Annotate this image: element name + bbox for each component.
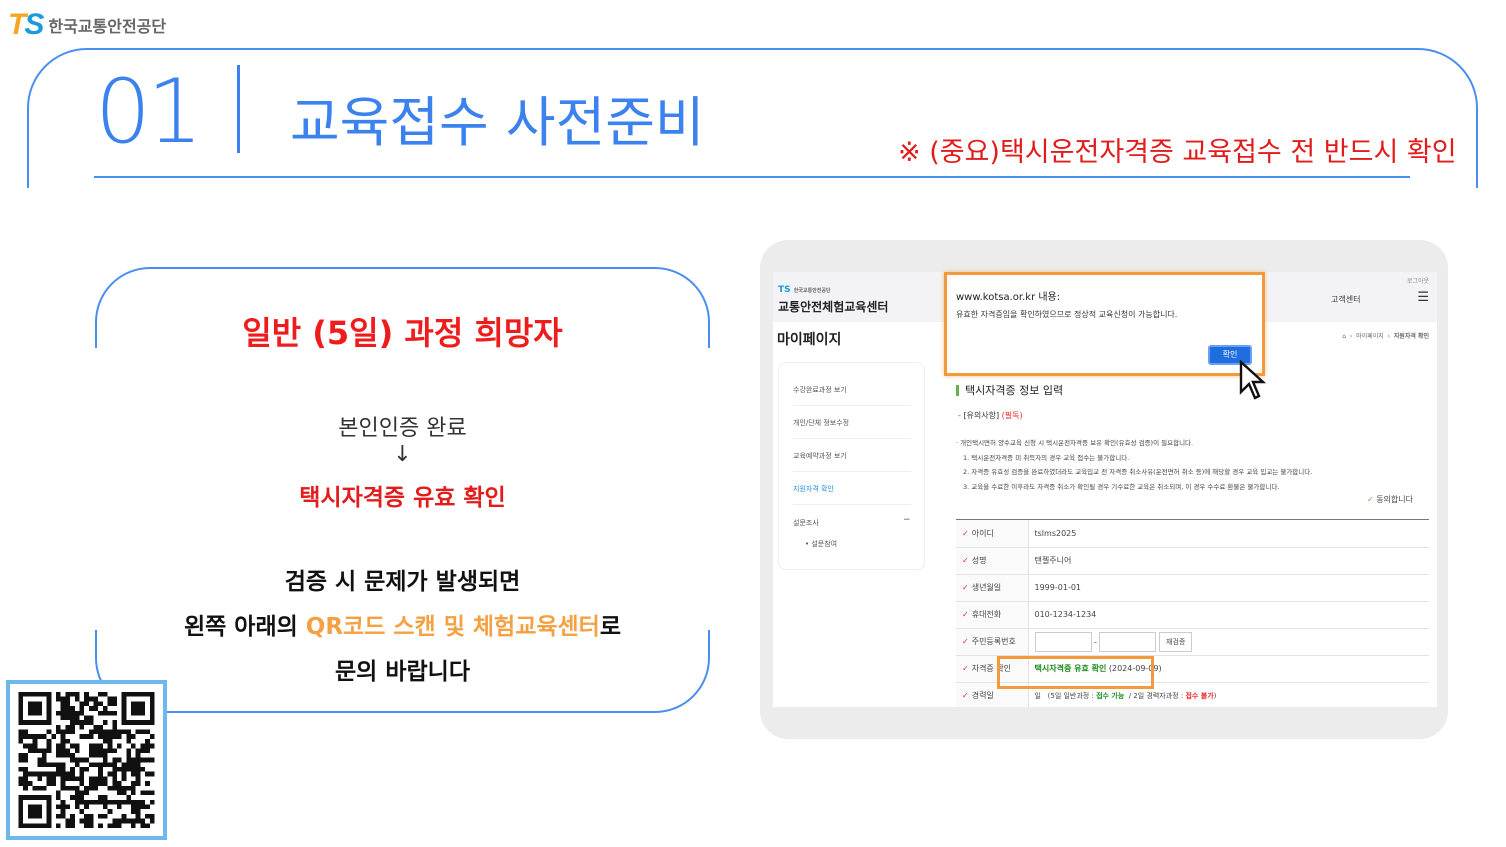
site-logo-org: 한국교통안전공단 xyxy=(793,288,831,294)
breadcrumb-item[interactable]: 마이페이지 xyxy=(1356,333,1384,340)
mouse-cursor-icon xyxy=(1239,360,1267,400)
text: 왼쪽 아래의 xyxy=(183,614,306,640)
sidebar-subitem[interactable]: • 설문참여 xyxy=(805,539,837,549)
logout-link[interactable]: 로그아웃 xyxy=(1407,276,1429,285)
logo-org-name: 한국교통안전공단 xyxy=(48,17,167,36)
phone-label: 휴대전화 xyxy=(971,610,1002,619)
text: ) xyxy=(1213,691,1217,700)
birth-value: 1999-01-01 xyxy=(1028,574,1429,602)
breadcrumb: ⌂ › 마이페이지 › 지원자격 확인 xyxy=(1342,333,1429,340)
text: 로 xyxy=(599,614,622,640)
required-text: (필독) xyxy=(1001,411,1023,420)
status-unavailable: 접수 불가 xyxy=(1185,691,1214,700)
check-circle-icon: ✓ xyxy=(1366,495,1374,504)
phone-value: 010-1234-1234 xyxy=(1028,601,1429,629)
text: [유의사항] xyxy=(963,411,1000,420)
text: 일 xyxy=(1034,691,1041,700)
rrn-back-input[interactable] xyxy=(1099,631,1157,652)
sidebar-item[interactable]: 개인/단체 정보수정 xyxy=(793,418,849,428)
nav-customer-center[interactable]: 고객센터 xyxy=(1331,294,1360,305)
agree-label: 동의합니다 xyxy=(1376,495,1413,504)
dialog-message: 유효한 자격증임을 확인하였으므로 정상적 교육신청이 가능합니다. xyxy=(956,310,1178,319)
card-line-3: 문의 바랍니다 xyxy=(335,659,470,685)
agree-checkbox[interactable]: ✓ 동의합니다 xyxy=(1367,494,1413,505)
status-available: 접수 가능 xyxy=(1096,691,1125,700)
site-logo-mark: TS xyxy=(778,285,791,295)
name-value: 탠젤주니어 xyxy=(1028,547,1429,575)
id-value: tslms2025 xyxy=(1028,520,1429,548)
notice-list: · 개인택시면허 양수교육 신청 시 택시운전자격증 보유 확인(유효성 검증)… xyxy=(956,436,1312,494)
id-label: 아이디 xyxy=(971,528,994,538)
sidebar-item[interactable]: 설문조사 xyxy=(793,518,819,528)
header-divider xyxy=(94,176,1410,178)
career-label: 경력일 xyxy=(971,691,994,700)
text: (5일 일반과정 : xyxy=(1047,691,1097,700)
qr-center-highlight: QR코드 스캔 및 체험교육센터 xyxy=(305,614,600,640)
sidebar-item-active[interactable]: 지원자격 확인 xyxy=(793,484,834,494)
birth-label: 생년월일 xyxy=(971,583,1002,592)
kotsa-logo: TS 한국교통안전공단 xyxy=(8,8,166,42)
arrow-down-icon: ↓ xyxy=(393,442,412,467)
card-line-1: 검증 시 문제가 발생되면 xyxy=(284,569,521,595)
text: - xyxy=(1094,637,1097,646)
notice-line: 3. 교육을 수료한 이후라도 자격증 취소가 확인될 경우 기수료한 교육은 … xyxy=(963,482,1280,491)
recheck-button[interactable]: 재검증 xyxy=(1159,631,1193,652)
notice-line: 2. 자격증 유효성 검증을 완료하였더라도 교육입교 전 자격증 취소사유(운… xyxy=(963,468,1313,476)
home-icon[interactable]: ⌂ xyxy=(1342,333,1346,340)
collapse-icon[interactable]: − xyxy=(903,515,911,525)
rrn-front-input[interactable] xyxy=(1034,631,1092,652)
notice-line: 1. 택시운전자격증 미 취득자의 경우 교육 접수는 불가합니다. xyxy=(963,453,1130,462)
menu-icon[interactable]: ☰ xyxy=(1417,290,1429,305)
section-title: 택시자격증 정보 입력 xyxy=(956,385,1063,396)
card-line-2: 왼쪽 아래의 QR코드 스캔 및 체험교육센터로 xyxy=(95,607,710,641)
rrn-label: 주민등록번호 xyxy=(971,637,1016,646)
sidebar-item[interactable]: 수강완료과정 보기 xyxy=(793,385,847,395)
card-heading: 일반 (5일) 과정 희망자 xyxy=(242,314,563,352)
cert-highlight-box xyxy=(997,656,1154,689)
text: / 2일 경력자과정 : xyxy=(1128,691,1186,700)
qr-code[interactable] xyxy=(6,680,167,840)
sidebar: 수강완료과정 보기 개인/단체 정보수정 교육예약과정 보기 지원자격 확인 설… xyxy=(778,362,925,570)
sidebar-item[interactable]: 교육예약과정 보기 xyxy=(793,451,847,461)
step-cert-check: 택시자격증 유효 확인 xyxy=(299,485,506,511)
breadcrumb-current: 지원자격 확인 xyxy=(1393,333,1429,340)
site-logo: TS 한국교통안전공단 xyxy=(778,285,831,295)
logo-t: T xyxy=(8,8,26,41)
dialog-origin: www.kotsa.or.kr 내용: xyxy=(956,292,1061,303)
notice-line: · 개인택시면허 양수교육 신청 시 택시운전자격증 보유 확인(유효성 검증)… xyxy=(956,439,1194,447)
section-number: 01 xyxy=(95,60,203,163)
number-divider xyxy=(237,65,240,153)
site-center-name[interactable]: 교통안전체험교육센터 xyxy=(778,298,888,315)
important-note: ※ (중요)택시운전자격증 교육접수 전 반드시 확인 xyxy=(898,137,1457,168)
qr-code-image xyxy=(18,692,155,828)
name-label: 성명 xyxy=(971,556,987,565)
step-identity: 본인인증 완료 xyxy=(338,416,467,441)
alert-dialog: www.kotsa.or.kr 내용: 유효한 자격증임을 확인하였으므로 정상… xyxy=(944,272,1265,376)
notice-label: - [유의사항] (필독) xyxy=(958,411,1023,420)
logo-s: S xyxy=(24,8,44,41)
sidebar-subitem-label: 설문참여 xyxy=(811,540,838,548)
mypage-title: 마이페이지 xyxy=(777,332,842,348)
page-title: 교육접수 사전준비 xyxy=(290,91,705,154)
